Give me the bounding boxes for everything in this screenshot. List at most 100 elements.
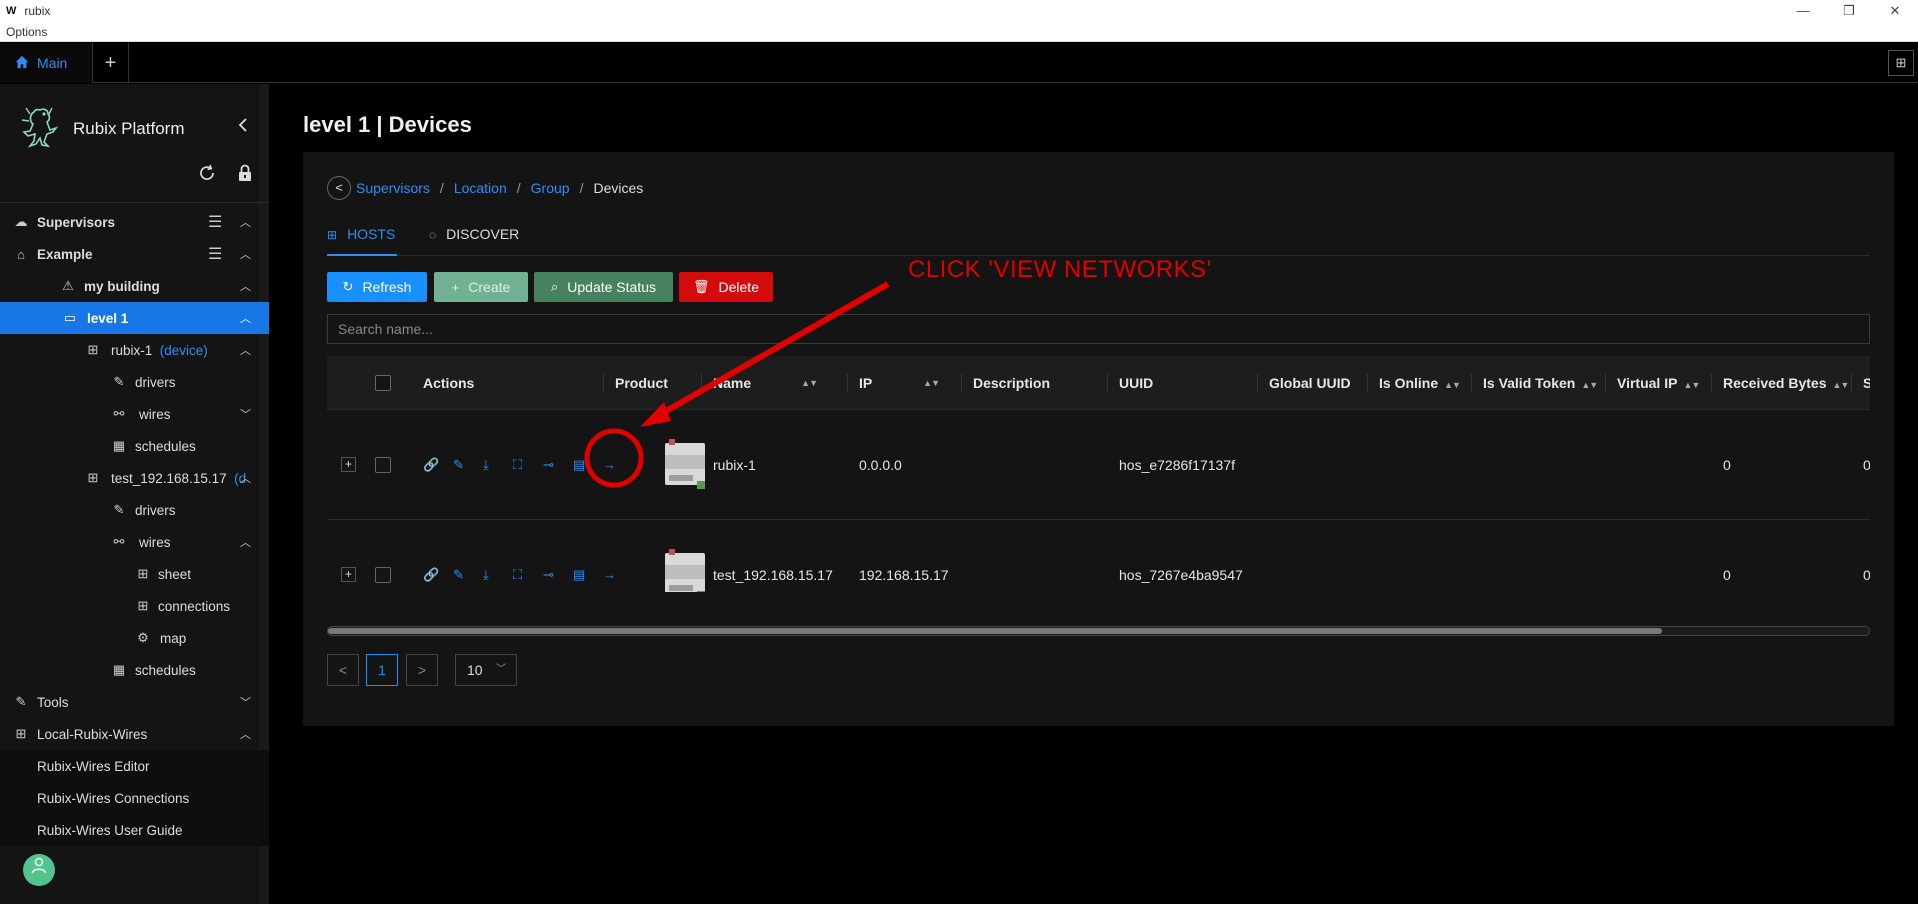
host-uuid: hos_7267e4ba9547 (1119, 567, 1243, 583)
sidebar-divider (0, 202, 269, 203)
chevron-up-icon[interactable]: ︿ (240, 342, 251, 358)
product-image (665, 439, 705, 489)
sidebar-item-rubix-1[interactable]: ⊞ rubix-1 (device) ︿ (0, 334, 269, 366)
sidebar-item-label: wires (139, 534, 171, 550)
chevron-down-icon[interactable]: ﹀ (240, 694, 251, 710)
horizontal-scrollbar[interactable] (327, 626, 1870, 636)
brand-name: Rubix Platform (73, 119, 185, 138)
tab-main[interactable]: Main (0, 43, 93, 83)
download-icon[interactable]: ⤓ (483, 457, 513, 473)
expand-row-button[interactable]: + (341, 457, 356, 472)
column-virtual-ip[interactable]: Virtual IP ▲▼ (1605, 356, 1700, 410)
back-button[interactable]: < (327, 176, 351, 200)
tab-discover[interactable]: ◌ DISCOVER (429, 218, 519, 256)
lock-icon[interactable] (237, 164, 253, 187)
tab-hosts[interactable]: ⊞ HOSTS (327, 218, 397, 256)
pagination-prev-button[interactable]: < (327, 654, 359, 686)
update-status-button[interactable]: ⌕ Update Status (534, 272, 673, 302)
column-is-online[interactable]: Is Online ▲▼ (1367, 356, 1461, 410)
sidebar-item-label: Rubix-Wires Connections (37, 790, 190, 806)
user-avatar[interactable] (23, 854, 55, 886)
view-networks-arrow-icon[interactable]: → (603, 567, 633, 583)
add-tab-button[interactable]: + (93, 43, 129, 83)
sidebar-item-test-device[interactable]: ⊞ test_192.168.15.17 (d ︿ (0, 462, 269, 494)
page-size-select[interactable]: 10 ﹀ (455, 654, 517, 686)
laptop-icon: ▭ (63, 310, 77, 325)
clipboard-icon[interactable]: ▤ (573, 457, 603, 473)
sidebar-item-drivers[interactable]: ✎ drivers (0, 366, 269, 398)
clipboard-icon[interactable]: ▤ (573, 567, 603, 583)
scan-icon[interactable]: ⛶ (513, 567, 543, 583)
link-icon[interactable]: 🔗 (423, 567, 453, 583)
menu-options[interactable]: Options (6, 25, 47, 39)
chevron-up-icon[interactable]: ︿ (240, 246, 251, 262)
sidebar-item-drivers[interactable]: ✎ drivers (0, 494, 269, 526)
refresh-button[interactable]: ↻ Refresh (327, 272, 427, 302)
key-icon[interactable]: ⊸ (543, 567, 573, 583)
sidebar-item-label: Rubix-Wires Editor (37, 758, 150, 774)
collapse-sidebar-icon[interactable] (236, 117, 250, 138)
breadcrumb-group[interactable]: Group (531, 180, 570, 196)
breadcrumb-supervisors[interactable]: Supervisors (356, 180, 430, 196)
refresh-icon[interactable] (198, 164, 216, 188)
sidebar-item-label: Example (37, 246, 93, 262)
expand-row-button[interactable]: + (341, 567, 356, 582)
column-is-valid-token[interactable]: Is Valid Token ▲▼ (1471, 356, 1598, 410)
host-next-column: 0 (1863, 567, 1870, 583)
sidebar-item-rubix-wires-user-guide[interactable]: Rubix-Wires User Guide (0, 814, 269, 846)
sidebar-item-my-building[interactable]: ⚠ my building ︿ (0, 270, 269, 302)
chevron-up-icon[interactable]: ︿ (240, 278, 251, 294)
edit-icon[interactable]: ✎ (453, 567, 483, 583)
column-ip[interactable]: IP ▲▼ (847, 356, 945, 410)
delete-button[interactable]: 🗑 Delete (679, 272, 773, 302)
sidebar-item-wires[interactable]: ⚯ wires ︿ (0, 526, 269, 558)
layout-icon[interactable]: ⊞ (1888, 50, 1914, 76)
sidebar-item-local-rubix-wires[interactable]: ⊞ Local-Rubix-Wires ︿ (0, 718, 269, 750)
select-all-checkbox[interactable] (375, 375, 391, 391)
minimize-button[interactable]: — (1780, 0, 1826, 22)
link-icon[interactable]: 🔗 (423, 457, 453, 473)
maximize-button[interactable]: ❐ (1826, 0, 1872, 22)
connections-icon: ⊞ (137, 598, 149, 613)
chevron-up-icon[interactable]: ︿ (240, 310, 251, 326)
sidebar-item-wires[interactable]: ⚯ wires ﹀ (0, 398, 269, 430)
column-name[interactable]: Name ▲▼ (701, 356, 831, 410)
brand: Rubix Platform (0, 84, 269, 152)
column-received-bytes[interactable]: Received Bytes ▲▼ (1711, 356, 1849, 410)
home-icon: ⌂ (17, 246, 25, 262)
sidebar-item-rubix-wires-editor[interactable]: Rubix-Wires Editor (0, 750, 269, 782)
download-icon[interactable]: ⤓ (483, 567, 513, 583)
chevron-up-icon[interactable]: ︿ (240, 470, 251, 486)
search-input[interactable] (327, 314, 1870, 344)
close-button[interactable]: ✕ (1872, 0, 1918, 22)
chevron-up-icon[interactable]: ︿ (240, 534, 251, 550)
chevron-up-icon[interactable]: ︿ (240, 214, 251, 230)
sidebar-item-connections[interactable]: ⊞ connections (0, 590, 269, 622)
scrollbar-thumb[interactable] (328, 628, 1662, 634)
key-icon[interactable]: ⊸ (543, 457, 573, 473)
pagination-page-1[interactable]: 1 (366, 654, 398, 686)
column-product: Product (603, 356, 668, 410)
sidebar-item-example[interactable]: ⌂ Example ☰ ︿ (0, 238, 269, 270)
sidebar-item-sheet[interactable]: ⊞ sheet (0, 558, 269, 590)
chevron-down-icon[interactable]: ﹀ (240, 406, 251, 422)
menu-icon[interactable]: ☰ (208, 212, 222, 232)
chevron-up-icon[interactable]: ︿ (240, 726, 251, 742)
create-button[interactable]: + Create (434, 272, 528, 302)
column-uuid: UUID (1107, 356, 1153, 410)
scan-icon[interactable]: ⛶ (513, 457, 543, 473)
sidebar-item-map[interactable]: ⚙ map (0, 622, 269, 654)
sidebar-item-supervisors[interactable]: ☁ Supervisors ☰ ︿ (0, 206, 269, 238)
sidebar-item-schedules[interactable]: ▦ schedules (0, 430, 269, 462)
edit-icon[interactable]: ✎ (453, 457, 483, 473)
sidebar-item-level-1[interactable]: ▭ level 1 ︿ (0, 302, 269, 334)
sidebar-item-schedules[interactable]: ▦ schedules (0, 654, 269, 686)
sidebar-item-rubix-wires-connections[interactable]: Rubix-Wires Connections (0, 782, 269, 814)
sidebar-item-tools[interactable]: ✎ Tools ﹀ (0, 686, 269, 718)
row-checkbox[interactable] (375, 567, 391, 583)
breadcrumb-location[interactable]: Location (454, 180, 507, 196)
view-networks-arrow-icon[interactable]: → (603, 457, 633, 473)
pagination-next-button[interactable]: > (406, 654, 438, 686)
row-checkbox[interactable] (375, 457, 391, 473)
menu-icon[interactable]: ☰ (208, 244, 222, 264)
